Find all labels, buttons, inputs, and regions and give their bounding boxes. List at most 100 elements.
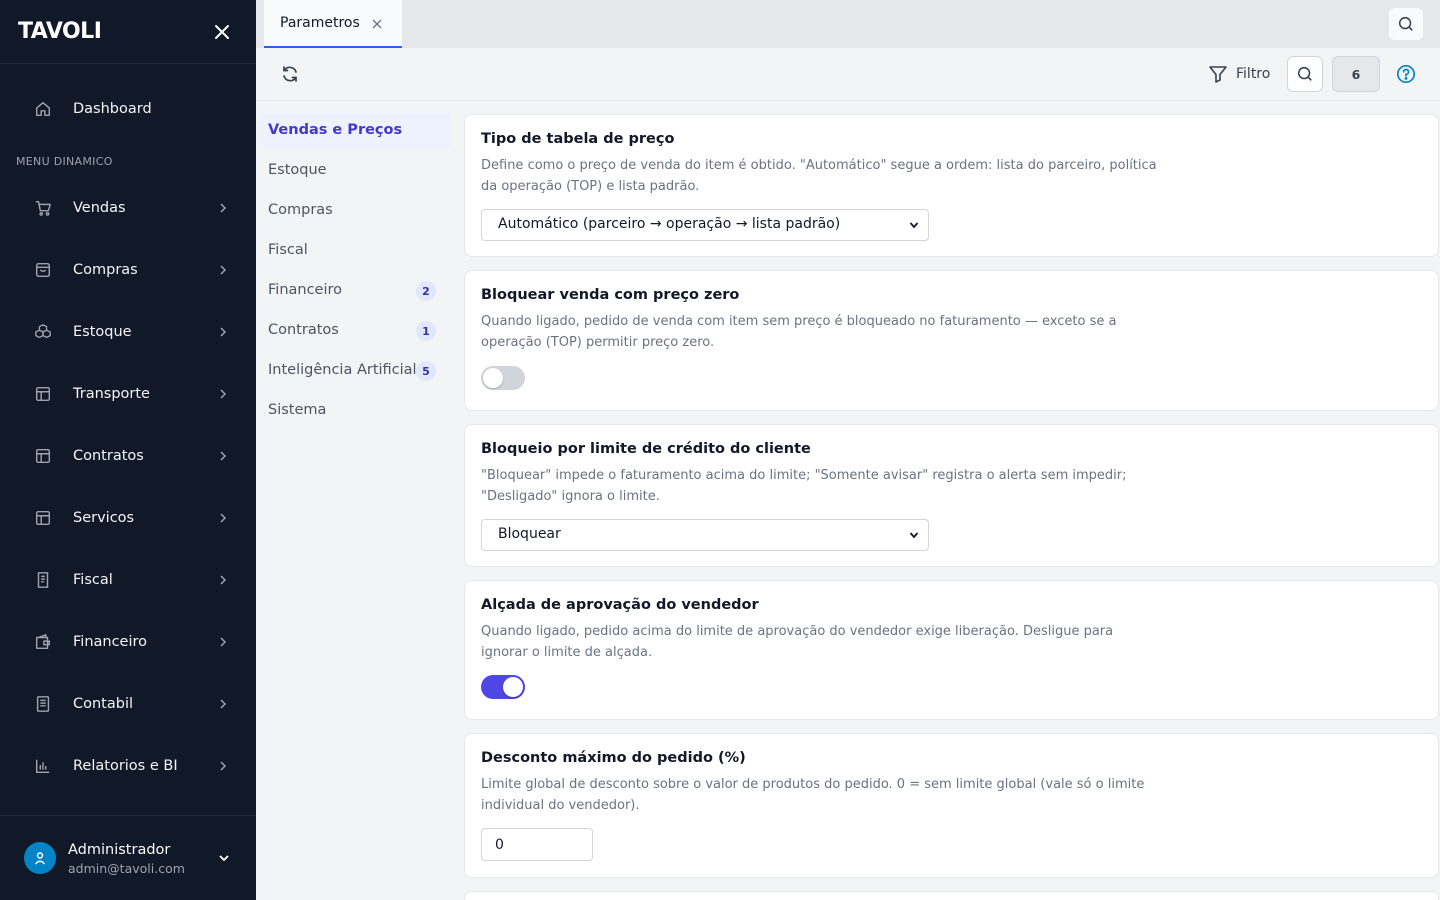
- chevron-right-icon: [215, 324, 231, 340]
- home-icon: [33, 99, 53, 119]
- category-financeiro[interactable]: Financeiro 2: [260, 273, 450, 309]
- wallet-icon: [33, 632, 53, 652]
- sidebar-item-contabil[interactable]: Contabil: [0, 680, 256, 728]
- select-value: Bloquear: [498, 526, 561, 542]
- toggle-knob: [483, 368, 503, 388]
- avatar: [24, 842, 56, 874]
- category-label: Inteligência Artificial: [268, 362, 417, 378]
- refresh-icon: [283, 66, 297, 82]
- help-icon: [1396, 64, 1416, 84]
- tab-parametros[interactable]: Parametros: [264, 0, 402, 48]
- category-label: Contratos: [268, 322, 339, 338]
- chevron-down-icon[interactable]: [216, 850, 232, 866]
- category-compras[interactable]: Compras: [260, 193, 450, 229]
- chevron-right-icon: [215, 696, 231, 712]
- zero-price-block-toggle[interactable]: [481, 366, 525, 390]
- category-label: Compras: [268, 202, 333, 218]
- chevron-right-icon: [215, 572, 231, 588]
- sidebar-item-transporte[interactable]: Transporte: [0, 370, 256, 418]
- setting-card-desconto-maximo: Desconto máximo do pedido (%) Limite glo…: [464, 733, 1439, 878]
- sidebar-item-label: Dashboard: [73, 101, 152, 117]
- category-label: Estoque: [268, 162, 327, 178]
- sidebar-item-label: Financeiro: [73, 634, 148, 650]
- search-button[interactable]: [1287, 56, 1323, 92]
- search-icon: [1297, 66, 1312, 81]
- category-estoque[interactable]: Estoque: [260, 153, 450, 189]
- layout-icon: [33, 384, 53, 404]
- category-label: Fiscal: [268, 242, 308, 258]
- tab-bar: Parametros: [256, 0, 1440, 48]
- count-badge: 2: [416, 281, 436, 301]
- sidebar-item-financeiro[interactable]: Financeiro: [0, 618, 256, 666]
- sidebar: TAVOLI Dashboard MENU DINAMICO Vendas Co…: [0, 0, 256, 900]
- approval-limit-toggle[interactable]: [481, 675, 525, 699]
- sidebar-item-label: Transporte: [73, 386, 150, 402]
- category-label: Vendas e Preços: [268, 122, 403, 138]
- toolbar: Filtro 6: [256, 48, 1440, 101]
- sidebar-item-label: Estoque: [73, 324, 132, 340]
- category-fiscal[interactable]: Fiscal: [260, 233, 450, 269]
- close-tab-icon[interactable]: [370, 17, 384, 31]
- user-email: admin@tavoli.com: [68, 861, 185, 876]
- refresh-button[interactable]: [278, 62, 302, 86]
- chevron-right-icon: [215, 448, 231, 464]
- category-vendas-precos[interactable]: Vendas e Preços: [260, 113, 450, 149]
- search-icon: [1398, 16, 1413, 31]
- close-icon: [215, 25, 229, 39]
- global-search-button[interactable]: [1389, 8, 1423, 40]
- sidebar-item-vendas[interactable]: Vendas: [0, 184, 256, 232]
- category-sistema[interactable]: Sistema: [260, 393, 450, 429]
- setting-title: Bloqueio por limite de crédito do client…: [481, 441, 811, 457]
- user-icon: [34, 852, 46, 865]
- category-inteligencia-artificial[interactable]: Inteligência Artificial 5: [260, 353, 450, 389]
- setting-description: Quando ligado, pedido de venda com item …: [481, 314, 1117, 350]
- sidebar-item-label: Servicos: [73, 510, 135, 526]
- sidebar-item-dashboard[interactable]: Dashboard: [0, 85, 256, 133]
- sidebar-item-label: Contratos: [73, 448, 144, 464]
- sidebar-item-relatorios[interactable]: Relatorios e BI: [0, 742, 256, 790]
- filter-icon: [1209, 66, 1227, 83]
- count-button[interactable]: 6: [1332, 56, 1380, 92]
- sidebar-item-estoque[interactable]: Estoque: [0, 308, 256, 356]
- sidebar-item-compras[interactable]: Compras: [0, 246, 256, 294]
- user-name: Administrador: [68, 842, 171, 858]
- close-sidebar-button[interactable]: [210, 20, 234, 44]
- sidebar-item-label: Fiscal: [73, 572, 113, 588]
- sidebar-item-label: Contabil: [73, 696, 134, 712]
- user-menu[interactable]: Administrador admin@tavoli.com: [0, 815, 256, 900]
- menu-section-label: MENU DINAMICO: [16, 155, 113, 168]
- price-table-select[interactable]: Automático (parceiro → operação → lista …: [481, 209, 929, 241]
- max-discount-input[interactable]: [481, 828, 593, 861]
- category-contratos[interactable]: Contratos 1: [260, 313, 450, 349]
- chevron-right-icon: [215, 386, 231, 402]
- sidebar-item-label: Relatorios e BI: [73, 758, 178, 774]
- chevron-down-icon: [908, 219, 920, 231]
- setting-card-limite-credito: Bloqueio por limite de crédito do client…: [464, 424, 1439, 567]
- setting-card-bloquear-preco-zero: Bloquear venda com preço zero Quando lig…: [464, 270, 1439, 411]
- sidebar-item-contratos[interactable]: Contratos: [0, 432, 256, 480]
- setting-description: Quando ligado, pedido acima do limite de…: [481, 624, 1114, 660]
- setting-description: Define como o preço de venda do item é o…: [481, 158, 1157, 194]
- count-badge: 1: [416, 321, 436, 341]
- sidebar-item-servicos[interactable]: Servicos: [0, 494, 256, 542]
- chevron-right-icon: [215, 634, 231, 650]
- category-label: Financeiro: [268, 282, 343, 298]
- setting-title: Tipo de tabela de preço: [481, 131, 675, 147]
- setting-card-alcada-aprovacao: Alçada de aprovação do vendedor Quando l…: [464, 580, 1439, 720]
- setting-description: "Bloquear" impede o faturamento acima do…: [481, 468, 1127, 504]
- count-badge: 5: [416, 361, 436, 381]
- chevron-right-icon: [215, 200, 231, 216]
- receipt-icon: [33, 570, 53, 590]
- sidebar-item-fiscal[interactable]: Fiscal: [0, 556, 256, 604]
- chevron-right-icon: [215, 510, 231, 526]
- filter-button[interactable]: Filtro: [1208, 61, 1270, 87]
- setting-description: Limite global de desconto sobre o valor …: [481, 777, 1145, 813]
- sidebar-item-label: Compras: [73, 262, 138, 278]
- cart-icon: [33, 198, 53, 218]
- credit-limit-select[interactable]: Bloquear: [481, 519, 929, 551]
- category-label: Sistema: [268, 402, 327, 418]
- shopping-bag-icon: [33, 260, 53, 280]
- select-value: Automático (parceiro → operação → lista …: [498, 216, 841, 232]
- help-button[interactable]: [1395, 63, 1417, 85]
- tab-label: Parametros: [280, 15, 360, 31]
